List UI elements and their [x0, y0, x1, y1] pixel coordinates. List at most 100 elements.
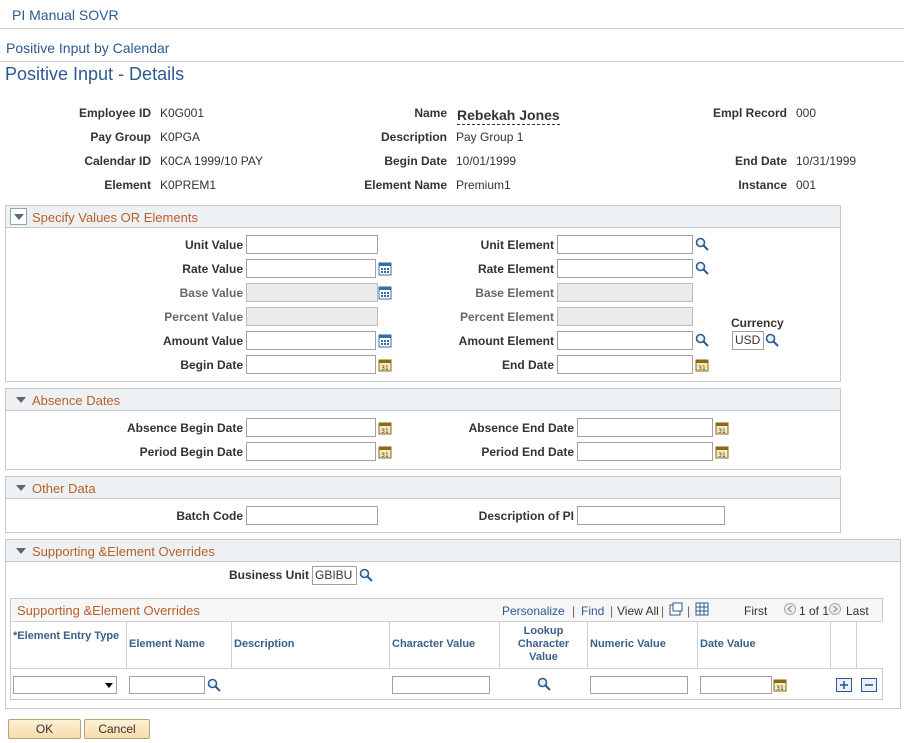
- empl-record-label: Empl Record: [712, 106, 787, 120]
- next-icon[interactable]: [829, 603, 841, 615]
- name-label: Name: [414, 106, 447, 120]
- end-date-input[interactable]: [557, 355, 693, 374]
- absence-dates-header[interactable]: Absence Dates: [6, 389, 840, 411]
- grid-download-icon[interactable]: [695, 602, 709, 616]
- currency-input[interactable]: USD: [732, 331, 764, 350]
- batch-code-label: Batch Code: [176, 509, 243, 523]
- search-icon[interactable]: [695, 237, 709, 251]
- collapse-icon[interactable]: [16, 548, 26, 554]
- col-label: Element Name: [129, 638, 205, 650]
- absence-begin-input[interactable]: [246, 418, 376, 437]
- collapse-icon[interactable]: [16, 397, 26, 403]
- app-title: PI Manual SOVR: [12, 7, 119, 23]
- amount-element-label: Amount Element: [458, 334, 554, 348]
- new-window-icon[interactable]: [669, 602, 683, 616]
- collapse-icon[interactable]: [16, 485, 26, 491]
- search-icon[interactable]: [207, 678, 221, 692]
- date-value-input[interactable]: [700, 676, 772, 694]
- top-bar: PI Manual SOVR: [0, 0, 904, 29]
- view-all-link[interactable]: View All: [617, 604, 659, 618]
- col-lookup-character-value[interactable]: Lookup Character Value: [500, 621, 588, 669]
- col-character-value[interactable]: Character Value: [390, 621, 500, 669]
- collapse-icon[interactable]: [10, 208, 27, 225]
- col-element-name[interactable]: Element Name: [127, 621, 232, 669]
- unit-element-input[interactable]: [557, 235, 693, 254]
- period-begin-label: Period Begin Date: [139, 445, 243, 459]
- search-icon[interactable]: [537, 677, 551, 691]
- rate-value-label: Rate Value: [182, 262, 243, 276]
- description-label: Description: [380, 130, 447, 144]
- search-icon[interactable]: [359, 568, 373, 582]
- element-entry-type-select[interactable]: [13, 676, 117, 694]
- prev-icon[interactable]: [784, 603, 796, 615]
- business-unit-label: Business Unit: [228, 568, 309, 582]
- col-date-value[interactable]: Date Value: [698, 621, 831, 669]
- col-description[interactable]: Description: [232, 621, 390, 669]
- find-link[interactable]: Find: [581, 604, 604, 618]
- col-element-entry-type[interactable]: *Element Entry Type: [11, 621, 127, 669]
- amount-element-input[interactable]: [557, 331, 693, 350]
- add-row-icon[interactable]: [836, 678, 852, 692]
- delete-row-icon[interactable]: [861, 678, 877, 692]
- period-begin-input[interactable]: [246, 442, 376, 461]
- other-data-header[interactable]: Other Data: [6, 477, 840, 499]
- personalize-link[interactable]: Personalize: [502, 604, 565, 618]
- currency-label: Currency: [731, 316, 784, 330]
- percent-element-label: Percent Element: [459, 310, 554, 324]
- overrides-header[interactable]: Supporting &Element Overrides: [6, 540, 900, 562]
- calendar-icon[interactable]: 31: [378, 358, 392, 372]
- base-value-label: Base Value: [179, 286, 243, 300]
- element-value: K0PREM1: [160, 178, 217, 192]
- begin-date-input[interactable]: [246, 355, 376, 374]
- search-icon[interactable]: [695, 333, 709, 347]
- absence-end-input[interactable]: [577, 418, 713, 437]
- cancel-button[interactable]: Cancel: [84, 719, 150, 739]
- calendar-icon[interactable]: 31: [378, 421, 392, 435]
- rate-element-label: Rate Element: [477, 262, 554, 276]
- breadcrumb[interactable]: Positive Input by Calendar: [6, 40, 169, 56]
- amount-value-input[interactable]: [246, 331, 376, 350]
- batch-code-input[interactable]: [246, 506, 378, 525]
- pay-group-label: Pay Group: [90, 130, 151, 144]
- ok-button[interactable]: OK: [8, 719, 81, 739]
- dropdown-arrow-icon: [105, 683, 113, 688]
- amount-value-label: Amount Value: [162, 334, 243, 348]
- period-end-input[interactable]: [577, 442, 713, 461]
- calendar-id-label: Calendar ID: [84, 154, 151, 168]
- calendar-icon[interactable]: 31: [715, 421, 729, 435]
- percent-element-input: [557, 307, 693, 326]
- calendar-icon[interactable]: 31: [695, 358, 709, 372]
- svg-text:31: 31: [776, 685, 784, 692]
- table-row: 31: [11, 670, 882, 699]
- first-label[interactable]: First: [744, 604, 767, 618]
- business-unit-input[interactable]: GBIBU: [312, 566, 357, 585]
- calculator-icon[interactable]: [378, 262, 392, 276]
- svg-text:31: 31: [698, 365, 706, 372]
- base-element-input: [557, 283, 693, 302]
- instance-value: 001: [796, 178, 817, 192]
- last-label[interactable]: Last: [846, 604, 869, 618]
- description-pi-input[interactable]: [577, 506, 725, 525]
- rate-element-input[interactable]: [557, 259, 693, 278]
- numeric-value-input[interactable]: [590, 676, 688, 694]
- calculator-icon[interactable]: [378, 286, 392, 300]
- element-name-input[interactable]: [129, 676, 205, 694]
- percent-value-input: [246, 307, 378, 326]
- col-numeric-value[interactable]: Numeric Value: [588, 621, 698, 669]
- specify-values-header[interactable]: Specify Values OR Elements: [6, 206, 840, 228]
- unit-value-input[interactable]: [246, 235, 378, 254]
- col-add: [831, 621, 857, 669]
- search-icon[interactable]: [765, 333, 779, 347]
- calculator-icon[interactable]: [378, 334, 392, 348]
- calendar-icon[interactable]: 31: [715, 445, 729, 459]
- specify-values-title: Specify Values OR Elements: [32, 210, 198, 225]
- col-label: *Element Entry Type: [13, 630, 120, 642]
- rate-value-input[interactable]: [246, 259, 376, 278]
- grid-header: Supporting &Element Overrides Personaliz…: [11, 599, 882, 621]
- pay-group-value: K0PGA: [160, 130, 201, 144]
- character-value-input[interactable]: [392, 676, 490, 694]
- name-value[interactable]: Rebekah Jones: [457, 107, 560, 125]
- search-icon[interactable]: [695, 261, 709, 275]
- calendar-icon[interactable]: 31: [773, 678, 787, 692]
- calendar-icon[interactable]: 31: [378, 445, 392, 459]
